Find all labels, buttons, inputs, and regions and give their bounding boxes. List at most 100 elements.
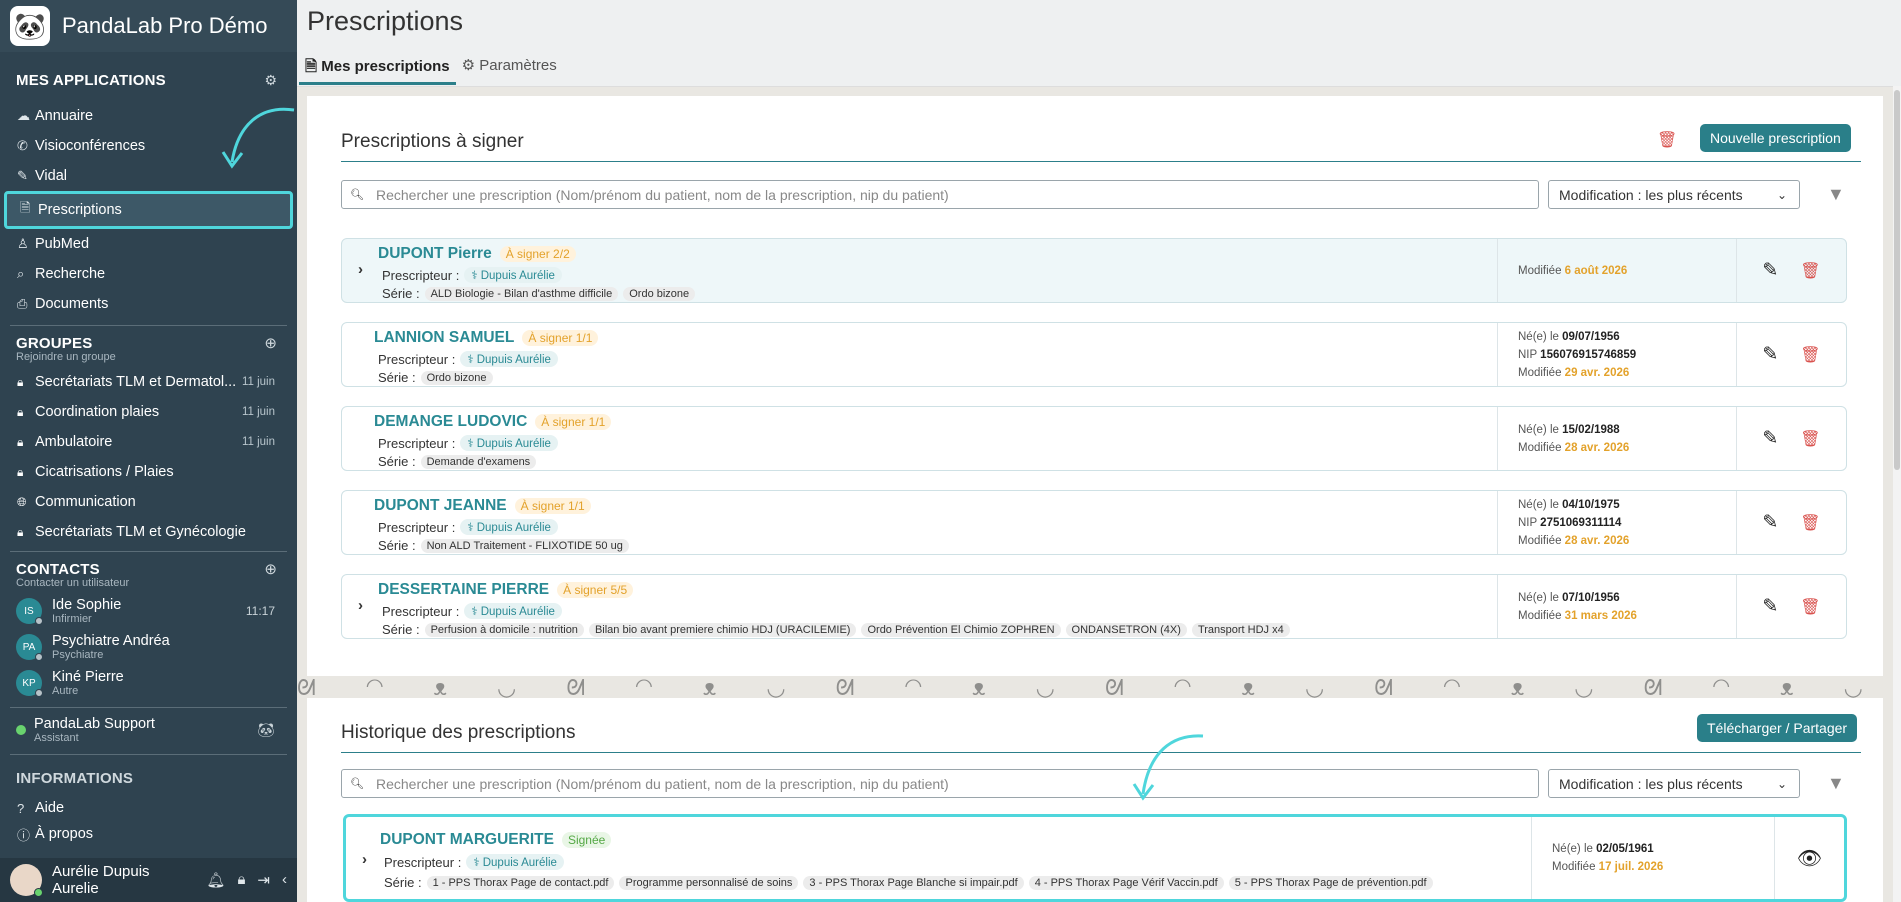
prescriber-label: Prescripteur : [382,603,460,619]
tab-mes-prescriptions[interactable]: 🗎 Mes prescriptions [299,52,456,85]
patient-name[interactable]: DUPONT JEANNE [374,497,507,515]
search-placeholder: Rechercher une prescription (Nom/prénom … [375,186,949,203]
contact-item[interactable]: KP Kiné Pierre Autre [0,665,297,701]
contact-item[interactable]: PA Psychiatre Andréa Psychiatre [0,629,297,665]
collapse-chevron-icon[interactable]: ‹ [282,871,287,889]
app-name: PandaLab Pro Démo [62,13,268,38]
tab-label: Paramètres [479,57,557,74]
prescription-row[interactable]: › DUPONT MARGUERITE Signée Prescripteur :… [343,814,1847,902]
sidebar-item-recherche[interactable]: ⌕ Recherche [0,259,297,289]
prescription-row[interactable]: DUPONT JEANNE À signer 1/1 Prescripteur :… [341,490,1847,555]
group-item[interactable]: 🔒︎ Secrétariats TLM et Gynécologie [0,517,297,547]
modified-date: 6 août 2026 [1564,264,1628,277]
delete-trash-icon[interactable]: 🗑︎ [1800,345,1820,365]
user-avatar[interactable] [10,864,43,897]
group-item[interactable]: 🔒︎ Secrétariats TLM et Dermatol... 11 juin [0,367,297,397]
add-contact-icon[interactable]: ⊕ [264,560,277,578]
support-contact[interactable]: PandaLab Support Assistant 🐼︎ [0,712,297,748]
edit-pencil-icon[interactable]: ✎ [1762,343,1778,366]
series-label: Série : [382,286,420,301]
prescription-row[interactable]: DEMANGE LUDOVIC À signer 1/1 Prescripteur… [341,406,1847,471]
nip-value: 2751069311114 [1540,516,1622,529]
avatar-initials: PA [22,641,36,653]
edit-pencil-icon[interactable]: ✎ [1762,511,1778,534]
patient-name[interactable]: LANNION SAMUEL [374,329,514,347]
modified-date: 28 avr. 2026 [1564,441,1630,454]
birth-date: 07/10/1956 [1562,591,1620,604]
group-date: 11 juin [241,436,275,448]
filter-funnel-icon[interactable]: ▼ [1827,184,1845,205]
prescriber-name: Dupuis Aurélie [480,606,555,618]
brand[interactable]: 🐼 PandaLab Pro Démo [0,0,297,52]
add-group-icon[interactable]: ⊕ [264,334,277,352]
delete-trash-icon[interactable]: 🗑︎ [1800,597,1820,617]
to-sign-search-input[interactable]: 🔍︎ Rechercher une prescription (Nom/préno… [341,180,1539,209]
edit-pencil-icon[interactable]: ✎ [1762,595,1778,618]
group-item[interactable]: 🌐︎ Communication [0,487,297,517]
info-section-title: INFORMATIONS [16,769,134,787]
nip-value: 156076915746859 [1540,348,1637,361]
birth-date: 04/10/1975 [1562,498,1620,511]
series-label: Série : [378,538,416,553]
edit-pencil-icon[interactable]: ✎ [1762,259,1778,282]
to-sign-sort-select[interactable]: Modification : les plus récents ⌄ [1548,180,1800,209]
prescriber-label: Prescripteur : [378,519,456,535]
contact-user-link[interactable]: Contacter un utilisateur [0,577,297,589]
group-item[interactable]: 🔒︎ Cicatrisations / Plaies [0,457,297,487]
prescriber-name: Dupuis Aurélie [480,270,555,282]
prescription-row[interactable]: LANNION SAMUEL À signer 1/1 Prescripteur … [341,322,1847,387]
prescription-row[interactable]: › DESSERTAINE PIERRE À signer 5/5 Prescri… [341,574,1847,639]
to-sign-card: Prescriptions à signer 🗑︎ Nouvelle presc… [307,96,1883,676]
delete-trash-icon[interactable]: 🗑︎ [1800,513,1820,533]
download-share-button[interactable]: Télécharger / Partager [1697,714,1858,742]
logout-icon[interactable]: ⇥ [257,871,270,889]
status-dot [35,653,43,661]
filter-funnel-icon[interactable]: ▼ [1827,773,1845,794]
patient-name[interactable]: DEMANGE LUDOVIC [374,413,527,431]
expand-chevron-icon[interactable]: › [358,597,363,614]
expand-chevron-icon[interactable]: › [362,851,367,868]
sidebar-item-pubmed[interactable]: ♙ PubMed [0,229,297,259]
paperclip-icon: ⎙ [17,296,28,311]
status-badge: À signer 5/5 [557,582,634,598]
prescriber-name: Dupuis Aurélie [476,438,551,450]
series-chip: Ordo bizone [420,370,493,385]
group-item[interactable]: 🔒︎ Coordination plaies 11 juin [0,397,297,427]
group-label: Ambulatoire [35,434,113,450]
lock-icon[interactable]: 🔒︎ [237,871,245,889]
sidebar-item-apropos[interactable]: ⓘ À propos [0,821,297,847]
settings-gear-icon[interactable]: ⚙ [264,72,277,89]
patient-name[interactable]: DESSERTAINE PIERRE [378,581,549,599]
patient-name[interactable]: DUPONT MARGUERITE [380,831,554,849]
history-sort-select[interactable]: Modification : les plus récents ⌄ [1548,769,1800,798]
lock-icon: 🔒︎ [17,374,24,389]
series-label: Série : [384,875,422,890]
scrollbar-thumb[interactable] [1894,90,1900,470]
expand-chevron-icon[interactable]: › [358,261,363,278]
info-list: ? Aide ⓘ À propos [0,795,297,847]
delete-trash-icon[interactable]: 🗑︎ [1800,261,1820,281]
view-eye-icon[interactable]: 👁︎ [1797,846,1822,871]
sidebar-item-documents[interactable]: ⎙ Documents [0,289,297,319]
user-bar: Aurélie Dupuis Aurelie 🔔︎ 🔒︎ ⇥ ‹ [0,858,297,902]
prescription-row[interactable]: › DUPONT Pierre À signer 2/2 Prescripteur… [341,238,1847,303]
panda-logo-icon: 🐼 [10,6,50,46]
tab-parametres[interactable]: ⚙ Paramètres [456,52,563,85]
delete-all-trash-icon[interactable]: 🗑︎ [1657,130,1677,150]
new-prescription-button[interactable]: Nouvelle prescription [1700,124,1851,152]
scrollbar[interactable] [1893,86,1901,902]
history-search-input[interactable]: 🔍︎ Rechercher une prescription (Nom/préno… [341,769,1539,798]
patient-name[interactable]: DUPONT Pierre [378,245,492,263]
notifications-bell-icon[interactable]: 🔔︎ [206,871,225,889]
join-group-link[interactable]: Rejoindre un groupe [0,351,297,363]
edit-pencil-icon[interactable]: ✎ [1762,427,1778,450]
prescriber-chip: ⚕ Dupuis Aurélie [460,351,558,367]
sidebar-item-aide[interactable]: ? Aide [0,795,297,821]
modified-label: Modifiée [1518,441,1562,454]
contact-item[interactable]: IS Ide Sophie Infirmier 11:17 [0,593,297,629]
contacts-section-title: CONTACTS [16,560,100,578]
sidebar-item-prescriptions[interactable]: 🗎 Prescriptions [4,191,293,229]
group-item[interactable]: 🔒︎ Ambulatoire 11 juin [0,427,297,457]
annotation-arrow [1132,734,1204,801]
delete-trash-icon[interactable]: 🗑︎ [1800,429,1820,449]
